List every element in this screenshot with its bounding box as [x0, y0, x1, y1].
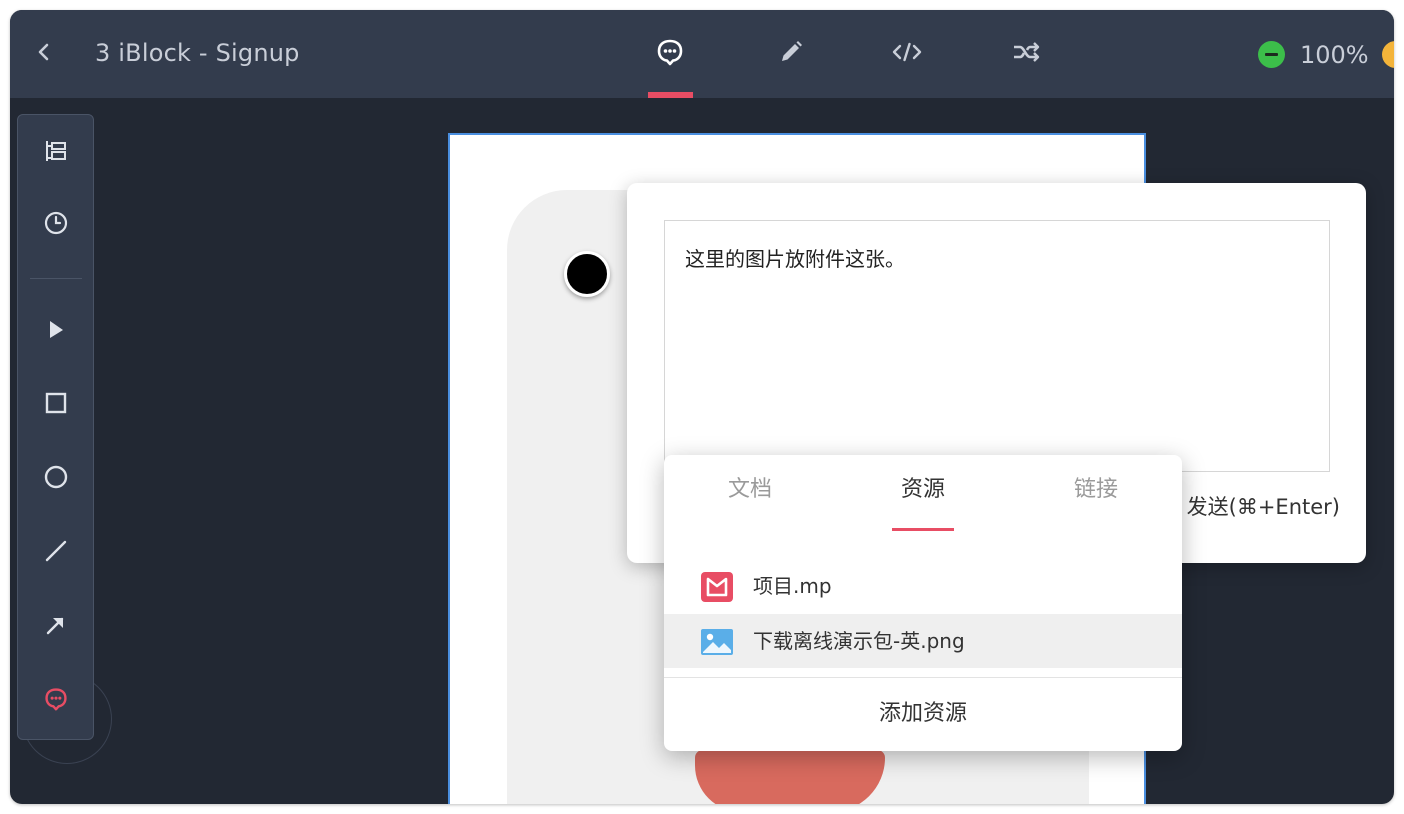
resource-item[interactable]: 下载离线演示包-英.png — [664, 614, 1182, 668]
tab-links[interactable]: 链接 — [1036, 475, 1156, 505]
ellipse-icon — [44, 465, 68, 489]
tab-design[interactable] — [768, 32, 812, 72]
send-button[interactable]: 发送(⌘+Enter) — [1187, 493, 1340, 521]
line-icon — [45, 540, 67, 562]
comment-input[interactable]: 这里的图片放附件这张。 — [664, 220, 1330, 472]
shuffle-icon — [1014, 42, 1040, 62]
image-file-icon — [700, 626, 734, 658]
tab-documents[interactable]: 文档 — [690, 475, 810, 505]
pencil-icon — [782, 41, 802, 61]
tool-palette — [17, 114, 94, 740]
tool-ellipse[interactable] — [36, 457, 76, 497]
comment-icon — [45, 688, 67, 711]
comment-text: 这里的图片放附件这张。 — [685, 247, 905, 271]
attachment-menu: 文档 资源 链接 项目.mp 下载离线演示包-英.png 添加资源 — [664, 455, 1182, 751]
app-window: 3 iBlock - Signup 100% 这里的图片放附件这张。 发送(⌘+… — [10, 10, 1394, 804]
resource-name: 项目.mp — [753, 574, 832, 598]
tab-interaction[interactable] — [1004, 32, 1048, 72]
project-file-icon — [700, 571, 734, 603]
project-title: 3 iBlock - Signup — [95, 39, 300, 67]
tool-line[interactable] — [36, 531, 76, 571]
tool-history[interactable] — [36, 203, 76, 243]
tool-comment[interactable] — [36, 679, 76, 719]
tool-arrow[interactable] — [36, 605, 76, 645]
illustration-shape — [695, 750, 885, 804]
resource-item[interactable]: 项目.mp — [664, 559, 1182, 613]
resource-name: 下载离线演示包-英.png — [753, 629, 965, 653]
add-resource-button[interactable]: 添加资源 — [664, 679, 1182, 749]
comment-icon — [657, 39, 683, 66]
layers-icon — [46, 141, 66, 161]
zoom-in-button[interactable] — [1382, 41, 1394, 68]
comment-pin[interactable] — [564, 251, 610, 297]
rectangle-icon — [45, 392, 67, 414]
top-bar: 3 iBlock - Signup 100% — [10, 10, 1394, 98]
code-icon — [892, 42, 922, 62]
history-icon — [44, 211, 68, 235]
tool-rectangle[interactable] — [36, 383, 76, 423]
tool-layers[interactable] — [36, 131, 76, 171]
arrow-icon — [46, 617, 64, 635]
menu-divider — [664, 677, 1182, 678]
active-tab-indicator — [892, 528, 954, 531]
tab-resources[interactable]: 资源 — [863, 475, 983, 505]
tab-comment[interactable] — [648, 32, 692, 72]
zoom-level: 100% — [1300, 41, 1369, 69]
pointer-icon — [50, 321, 63, 338]
toolbar-divider — [30, 278, 82, 279]
active-tab-indicator — [648, 92, 693, 98]
zoom-out-button[interactable] — [1258, 41, 1285, 68]
tool-select[interactable] — [36, 309, 76, 349]
back-button[interactable] — [32, 40, 56, 64]
chevron-left-icon — [38, 43, 49, 61]
tab-code[interactable] — [884, 32, 928, 72]
